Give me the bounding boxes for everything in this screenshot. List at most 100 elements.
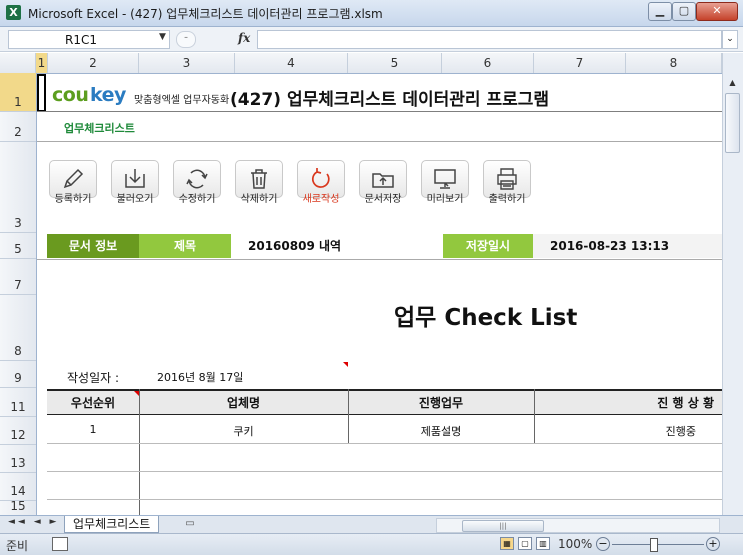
load-button[interactable]: 불러오기 <box>110 160 160 206</box>
row-header[interactable]: 12 <box>0 417 36 445</box>
maximize-button[interactable]: ▢ <box>672 2 696 21</box>
register-button[interactable]: 등록하기 <box>48 160 98 206</box>
column-header[interactable]: 6 <box>442 53 534 73</box>
formula-input[interactable] <box>257 30 722 49</box>
comment-indicator[interactable] <box>343 362 348 367</box>
preview-button[interactable]: 미리보기 <box>420 160 470 206</box>
insert-sheet-icon[interactable]: ▭ <box>182 517 198 530</box>
divider <box>37 259 722 260</box>
expand-formula-icon[interactable]: ⌄ <box>722 30 738 49</box>
column-headers: 1 2 3 4 5 6 7 8 <box>0 53 743 74</box>
row-divider <box>47 499 722 500</box>
row-header[interactable]: 1 <box>0 73 36 112</box>
sheet-subtitle: 업무체크리스트 <box>64 122 135 135</box>
active-cell-cursor[interactable] <box>37 74 46 112</box>
print-label: 출력하기 <box>488 194 526 205</box>
row-divider <box>47 443 722 444</box>
vertical-scroll-thumb[interactable] <box>725 93 740 153</box>
row-header[interactable]: 3 <box>0 142 36 233</box>
save-document-button[interactable]: 문서저장 <box>358 160 408 206</box>
status-bar: 준비 ▦ ▢ ▥ 100% − + <box>0 533 743 555</box>
close-button[interactable]: ✕ <box>696 2 738 21</box>
row-header[interactable]: 7 <box>0 259 36 295</box>
created-date-value[interactable]: 2016년 8월 17일 <box>157 369 243 385</box>
row-header[interactable]: 14 <box>0 473 36 501</box>
name-box-value: R1C1 <box>65 33 97 47</box>
chevron-down-icon[interactable]: ▼ <box>159 32 166 42</box>
created-date-label: 작성일자 : <box>67 371 120 385</box>
column-header[interactable]: 8 <box>626 53 722 73</box>
row-header[interactable]: 15 <box>0 499 36 515</box>
column-header[interactable]: 4 <box>235 53 348 73</box>
zoom-slider-thumb[interactable] <box>650 538 658 552</box>
table-cell-status[interactable]: 진행중 <box>534 423 722 439</box>
edit-label: 수정하기 <box>178 194 216 205</box>
column-header[interactable]: 3 <box>139 53 235 73</box>
normal-view-icon[interactable]: ▦ <box>500 537 514 550</box>
page-title: (427) 업무체크리스트 데이터관리 프로그램 <box>230 90 550 110</box>
new-document-label: 새로작성 <box>302 194 340 205</box>
pencil-icon <box>63 168 84 189</box>
edit-button[interactable]: 수정하기 <box>172 160 222 206</box>
header-company: 업체명 <box>226 396 261 410</box>
table-header: 우선순위 업체명 진행업무 진 행 상 황 <box>47 389 722 415</box>
horizontal-scrollbar[interactable]: ||| <box>436 518 720 533</box>
formula-bar: R1C1 ▼ ⁃ fx ⌄ <box>0 27 743 52</box>
row-header[interactable]: 8 <box>0 295 36 361</box>
horizontal-scroll-thumb[interactable]: ||| <box>462 520 544 532</box>
load-label: 불러오기 <box>116 194 154 205</box>
save-document-label: 문서저장 <box>364 194 402 205</box>
scroll-up-icon[interactable]: ▲ <box>725 75 740 90</box>
zoom-out-icon[interactable]: − <box>596 537 610 551</box>
vertical-scrollbar[interactable]: ▲ <box>722 53 743 515</box>
row-header[interactable]: 13 <box>0 445 36 473</box>
column-header[interactable]: 5 <box>348 53 442 73</box>
delete-button[interactable]: 삭제하기 <box>234 160 284 206</box>
row-header[interactable]: 2 <box>0 112 36 142</box>
title-bar: X Microsoft Excel - (427) 업무체크리스트 데이터관리 … <box>0 0 743 27</box>
zoom-slider-track[interactable] <box>612 544 704 545</box>
zoom-level[interactable]: 100% <box>558 537 592 551</box>
column-header[interactable]: 7 <box>534 53 626 73</box>
doc-info-label: 문서 정보 <box>47 234 139 258</box>
header-task: 진행업무 <box>418 396 464 410</box>
sheet-tab-bar: ◄◄ ◄ ► ►► 업무체크리스트 ▭ ||| <box>0 515 743 533</box>
divider <box>37 141 722 142</box>
page-break-view-icon[interactable]: ▥ <box>536 537 550 550</box>
table-cell-priority[interactable]: 1 <box>47 423 139 436</box>
row-headers: 1 2 3 5 7 8 9 11 12 13 14 15 <box>0 73 37 515</box>
row-divider <box>47 471 722 472</box>
column-header[interactable]: 2 <box>48 53 139 73</box>
status-ready: 준비 <box>6 539 29 553</box>
new-icon <box>311 168 330 188</box>
excel-app-icon[interactable]: X <box>6 5 21 20</box>
page-layout-view-icon[interactable]: ▢ <box>518 537 532 550</box>
title-value[interactable]: 20160809 내역 <box>248 234 341 258</box>
insert-function-icon[interactable]: fx <box>238 31 250 45</box>
new-document-button[interactable]: 새로작성 <box>296 160 346 206</box>
row-header[interactable]: 11 <box>0 388 36 417</box>
window-title: Microsoft Excel - (427) 업무체크리스트 데이터관리 프로… <box>28 7 383 21</box>
delete-label: 삭제하기 <box>240 194 278 205</box>
sheet-tab[interactable]: 업무체크리스트 <box>64 516 160 533</box>
zoom-in-icon[interactable]: + <box>706 537 720 551</box>
trash-icon <box>251 169 267 189</box>
load-icon <box>125 169 145 188</box>
name-box[interactable]: R1C1 ▼ <box>8 30 170 49</box>
column-header[interactable]: 1 <box>36 53 48 73</box>
row-header[interactable]: 5 <box>0 233 36 259</box>
checklist-title: 업무 Check List <box>394 305 578 331</box>
logo-subtitle: 맞춤형엑셀 업무자동화 <box>134 95 230 106</box>
minimize-button[interactable]: ▁ <box>648 2 672 21</box>
divider <box>37 111 722 112</box>
saved-at-label: 저장일시 <box>443 234 533 258</box>
table-cell-task[interactable]: 제품설명 <box>348 423 534 439</box>
saved-at-value[interactable]: 2016-08-23 13:13 <box>550 234 669 258</box>
print-button[interactable]: 출력하기 <box>482 160 532 206</box>
macro-record-icon[interactable] <box>52 537 68 551</box>
formula-divider-handle[interactable]: ⁃ <box>176 31 196 48</box>
logo-part-cou: cou <box>52 84 89 106</box>
row-header[interactable]: 9 <box>0 361 36 388</box>
table-cell-company[interactable]: 쿠키 <box>139 423 348 439</box>
select-all-corner[interactable] <box>0 53 36 73</box>
